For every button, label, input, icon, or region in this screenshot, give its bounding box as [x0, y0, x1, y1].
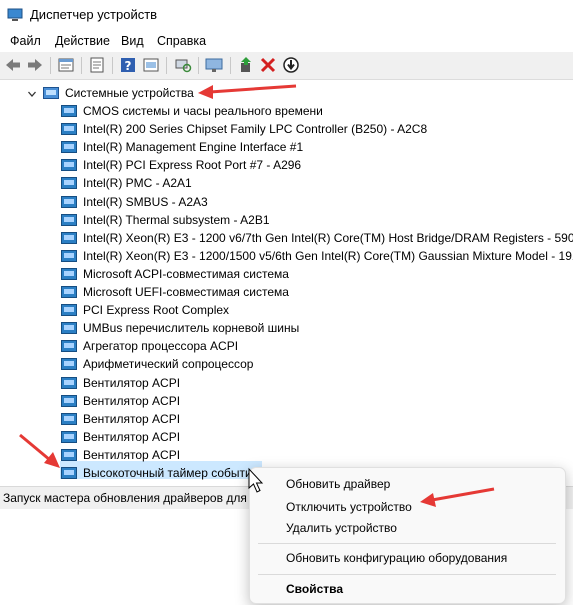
menu-file[interactable]: Файл	[10, 34, 41, 48]
device-label: Вентилятор ACPI	[83, 430, 181, 444]
window-title: Диспетчер устройств	[30, 7, 158, 22]
device-label: Высокоточный таймер событий	[83, 466, 259, 480]
system-device-icon	[61, 159, 77, 171]
system-devices-icon	[43, 87, 59, 99]
device-label: Вентилятор ACPI	[83, 394, 181, 408]
svg-text:?: ?	[125, 59, 132, 73]
help-icon[interactable]: ?	[119, 56, 137, 74]
title-bar: Диспетчер устройств	[0, 0, 573, 30]
device-label: Intel(R) PCI Express Root Port #7 - A296	[83, 158, 302, 172]
menu-scan-hardware-changes[interactable]: Обновить конфигурацию оборудования	[286, 551, 507, 565]
device-label: UMBus перечислитель корневой шины	[83, 321, 300, 335]
context-menu: Обновить драйвер Отключить устройство Уд…	[249, 467, 566, 604]
system-device-icon	[61, 340, 77, 352]
system-device-icon	[61, 377, 77, 389]
properties-icon[interactable]	[57, 56, 75, 74]
system-device-icon	[61, 232, 77, 244]
menu-divider	[258, 543, 556, 544]
toolbar-divider	[50, 57, 51, 74]
show-hidden-icon[interactable]	[142, 56, 160, 74]
system-device-icon	[61, 250, 77, 262]
device-label: Агрегатор процессора ACPI	[83, 339, 239, 353]
device-label: Вентилятор ACPI	[83, 412, 181, 426]
device-label: PCI Express Root Complex	[83, 303, 230, 317]
system-device-icon	[61, 413, 77, 425]
menu-disable-device[interactable]: Отключить устройство	[286, 500, 412, 514]
device-label: Вентилятор ACPI	[83, 376, 181, 390]
forward-icon[interactable]	[26, 56, 44, 74]
system-device-icon	[61, 177, 77, 189]
disable-icon[interactable]	[282, 56, 300, 74]
device-manager-icon	[7, 8, 23, 21]
status-text: Запуск мастера обновления драйверов для …	[3, 491, 257, 505]
add-driver-icon[interactable]	[237, 56, 255, 74]
device-label: Microsoft ACPI-совместимая система	[83, 267, 289, 281]
chevron-down-icon[interactable]	[27, 89, 37, 99]
device-label: Intel(R) PMC - A2A1	[83, 176, 192, 190]
device-label: Intel(R) Management Engine Interface #1	[83, 140, 304, 154]
menu-update-driver[interactable]: Обновить драйвер	[286, 477, 390, 491]
toolbar-divider	[230, 57, 231, 74]
toolbar-divider	[81, 57, 82, 74]
monitor-icon[interactable]	[205, 56, 223, 74]
system-device-icon	[61, 123, 77, 135]
menu-uninstall-device[interactable]: Удалить устройство	[286, 521, 397, 535]
toolbar: ?	[0, 52, 573, 80]
system-device-icon	[61, 431, 77, 443]
toolbar-divider	[198, 57, 199, 74]
system-device-icon	[61, 196, 77, 208]
menu-bar: Файл Действие Вид Справка	[0, 30, 573, 52]
menu-divider	[258, 574, 556, 575]
device-label: CMOS системы и часы реального времени	[83, 104, 323, 118]
device-label: Intel(R) Xeon(R) E3 - 1200 v6/7th Gen In…	[83, 231, 573, 245]
device-label: Intel(R) SMBUS - A2A3	[83, 195, 208, 209]
update-icon[interactable]	[88, 56, 106, 74]
uninstall-icon[interactable]	[259, 56, 277, 74]
device-label: Intel(R) Thermal subsystem - A2B1	[83, 213, 270, 227]
toolbar-divider	[166, 57, 167, 74]
system-device-icon	[61, 105, 77, 117]
device-label: Microsoft UEFI-совместимая система	[83, 285, 289, 299]
system-device-icon	[61, 449, 77, 461]
system-device-icon	[61, 358, 77, 370]
system-device-icon	[61, 395, 77, 407]
menu-view[interactable]: Вид	[121, 34, 144, 48]
system-device-icon	[61, 304, 77, 316]
system-device-icon	[61, 268, 77, 280]
device-tree: Системные устройства CMOS системы и часы…	[0, 80, 573, 484]
category-label: Системные устройства	[65, 86, 194, 100]
device-manager-window: Диспетчер устройств Файл Действие Вид Сп…	[0, 0, 573, 512]
device-label: Вентилятор ACPI	[83, 448, 181, 462]
menu-properties[interactable]: Свойства	[286, 582, 343, 596]
device-label: Арифметический сопроцессор	[83, 357, 254, 371]
system-device-icon	[61, 286, 77, 298]
device-label: Intel(R) Xeon(R) E3 - 1200/1500 v5/6th G…	[83, 249, 573, 263]
back-icon[interactable]	[4, 56, 22, 74]
device-label: Intel(R) 200 Series Chipset Family LPC C…	[83, 122, 428, 136]
system-device-icon	[61, 214, 77, 226]
menu-help[interactable]: Справка	[157, 34, 206, 48]
system-device-icon	[61, 467, 77, 479]
scan-hardware-icon[interactable]	[174, 56, 192, 74]
toolbar-divider	[112, 57, 113, 74]
system-device-icon	[61, 141, 77, 153]
system-device-icon	[61, 322, 77, 334]
menu-action[interactable]: Действие	[55, 34, 110, 48]
